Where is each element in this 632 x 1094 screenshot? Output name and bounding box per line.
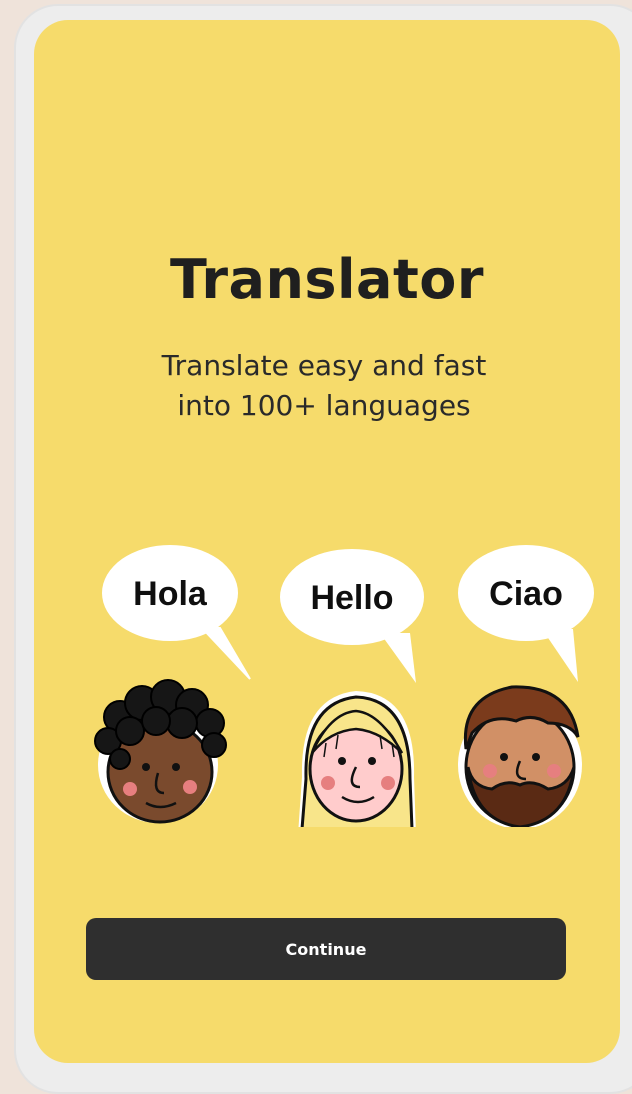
person-curly-hair-avatar: [94, 679, 227, 824]
person-blonde-hair-avatar: [298, 691, 416, 827]
speech-bubble-hello: Hello: [280, 549, 424, 683]
speech-bubble-ciao: Ciao: [458, 545, 594, 682]
app-title: Translator: [169, 248, 485, 311]
speech-bubble-hola: Hola: [102, 545, 251, 680]
person-bearded-avatar: [458, 685, 582, 827]
onboarding-screen: Translator Translate easy and fast into …: [34, 20, 620, 1063]
continue-button[interactable]: Continue: [86, 918, 566, 980]
greeting-hola-text: Hola: [133, 575, 208, 613]
app-subtitle: Translate easy and fast into 100+ langua…: [124, 346, 524, 426]
subtitle-line-2: into 100+ languages: [177, 389, 471, 422]
greeting-ciao-text: Ciao: [489, 575, 563, 613]
subtitle-line-1: Translate easy and fast: [161, 349, 487, 382]
greeting-illustration: Hola Hello Ciao: [94, 545, 594, 827]
greeting-hello-text: Hello: [310, 579, 393, 617]
